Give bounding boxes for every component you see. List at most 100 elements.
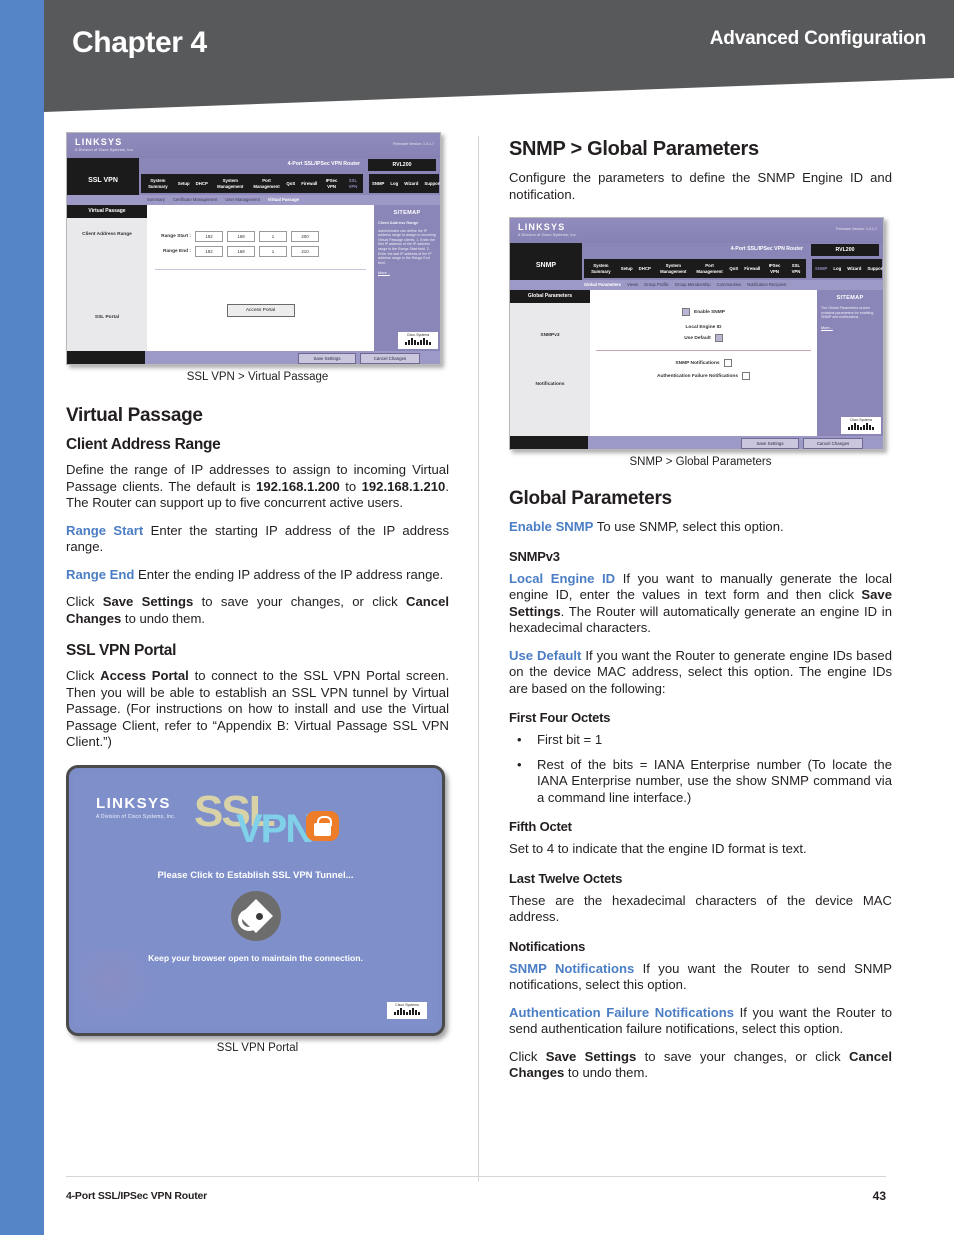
tab-support[interactable]: Support <box>864 266 883 272</box>
router-left-rail: Global Parameters SNMPv3 Notifications <box>510 290 590 436</box>
portal-cisco-bars <box>387 1007 427 1015</box>
range-start-octet-3[interactable]: 1 <box>259 231 287 242</box>
range-end-octet-1[interactable]: 192 <box>195 246 223 257</box>
rail-label-snmpv3: SNMPv3 <box>540 333 560 338</box>
router-nav-row: SNMP System Summary Setup DHCP System Ma… <box>510 243 883 280</box>
subnav-global-parameters[interactable]: Global Parameters <box>584 282 621 287</box>
sitemap-more-link[interactable]: More... <box>374 265 440 275</box>
router-tab-group-secondary[interactable]: SNMP Log Wizard Support Logout <box>812 259 883 278</box>
figure1-caption: SSL VPN > Virtual Passage <box>186 371 329 383</box>
para-snmp-intro: Configure the parameters to define the S… <box>509 170 892 202</box>
subnav-virtual-passage[interactable]: Virtual Passage <box>268 197 299 202</box>
range-end-octet-2[interactable]: 168 <box>227 246 255 257</box>
panel-title: Global Parameters <box>510 290 590 303</box>
range-end-octet-4[interactable]: 210 <box>291 246 319 257</box>
enable-snmp-checkbox[interactable] <box>682 308 691 316</box>
save-settings-button[interactable]: Save Settings <box>298 353 356 364</box>
range-end-row: Range End : 192 168 1 210 <box>147 246 374 257</box>
subnav-summary[interactable]: Summary <box>147 197 165 202</box>
auth-failure-label: Authentication Failure Notifications <box>656 373 739 379</box>
range-end-octet-3[interactable]: 1 <box>259 246 287 257</box>
subnav-user-management[interactable]: User Management <box>225 197 259 202</box>
tab-system-management[interactable]: System Management <box>211 178 250 189</box>
tab-system-summary[interactable]: System Summary <box>141 178 175 189</box>
term-enable-snmp: Enable SNMP <box>509 519 594 534</box>
snmp-notifications-label: SNMP Notifications <box>675 360 720 366</box>
tab-ssl-vpn[interactable]: SSL VPN <box>786 263 806 274</box>
subnav-certificate-management[interactable]: Certificate Management <box>173 197 217 202</box>
subnav-views[interactable]: Views <box>627 282 638 287</box>
para-enable-snmp: Enable SNMP To use SNMP, select this opt… <box>509 519 892 536</box>
tab-log[interactable]: Log <box>387 181 401 187</box>
heading-ssl-vpn-portal: SSL VPN Portal <box>66 642 177 659</box>
panel-divider <box>155 269 366 270</box>
subnav-notification-recipient[interactable]: Notification Recipient <box>747 282 786 287</box>
para-fifth-octet: Set to 4 to indicate that the engine ID … <box>509 841 807 856</box>
tab-ipsec-vpn[interactable]: IPSec VPN <box>763 263 786 274</box>
portal-inner: LINKSYS A Division of Cisco Systems, Inc… <box>74 772 437 1028</box>
subnav-group-profile[interactable]: Group Profile <box>644 282 669 287</box>
tab-system-summary[interactable]: System Summary <box>584 263 618 274</box>
padlock-keyhole <box>255 912 263 920</box>
tab-qos[interactable]: QoS <box>726 266 741 272</box>
tab-system-management[interactable]: System Management <box>654 263 693 274</box>
tab-wizard[interactable]: Wizard <box>844 266 864 272</box>
snmp-notifications-checkbox[interactable] <box>723 359 732 367</box>
range-start-octet-4[interactable]: 200 <box>291 231 319 242</box>
term-use-default: Use Default <box>509 647 582 663</box>
save-seg-2: to save your changes, or click <box>636 1048 850 1064</box>
footer-left-block <box>510 436 588 449</box>
tab-wizard[interactable]: Wizard <box>401 181 421 187</box>
access-portal-button[interactable]: Access Portal <box>226 304 295 317</box>
padlock-shackle <box>237 908 260 931</box>
tab-firewall[interactable]: Firewall <box>298 181 320 187</box>
rail-label-client-address-range: Client Address Range <box>82 232 132 237</box>
tab-firewall[interactable]: Firewall <box>741 266 763 272</box>
range-start-octet-2[interactable]: 168 <box>227 231 255 242</box>
range-start-label: Range Start : <box>161 234 191 239</box>
tab-ssl-vpn[interactable]: SSL VPN <box>343 178 363 189</box>
router-tab-group-primary[interactable]: System Summary Setup DHCP System Managem… <box>584 259 806 278</box>
tab-setup[interactable]: Setup <box>175 181 193 187</box>
use-default-checkbox[interactable] <box>714 334 723 342</box>
tab-support[interactable]: Support <box>421 181 440 187</box>
auth-failure-checkbox[interactable] <box>742 372 751 380</box>
router-tabs: System Summary Setup DHCP System Managem… <box>584 257 883 280</box>
tab-setup[interactable]: Setup <box>618 266 636 272</box>
firmware-version: Firmware Version: 1.0.1.7 <box>836 227 877 231</box>
tab-ipsec-vpn[interactable]: IPSec VPN <box>320 178 343 189</box>
figure3-caption: SNMP > Global Parameters <box>629 456 772 468</box>
cancel-changes-button[interactable]: Cancel Changes <box>360 353 420 364</box>
save-settings-button[interactable]: Save Settings <box>741 438 799 449</box>
enable-snmp-row: Enable SNMP <box>590 308 817 316</box>
sitemap-more-link[interactable]: More... <box>817 320 883 330</box>
save-settings-bold-left: Save Settings <box>102 594 194 609</box>
tab-qos[interactable]: QoS <box>283 181 298 187</box>
portal-note-text: Keep your browser open to maintain the c… <box>148 952 363 963</box>
tab-dhcp[interactable]: DHCP <box>636 266 654 272</box>
tab-snmp[interactable]: SNMP <box>369 181 387 187</box>
tab-snmp[interactable]: SNMP <box>812 266 830 272</box>
rail-label-notifications: Notifications <box>535 382 565 387</box>
tab-port-management[interactable]: Port Management <box>693 263 727 274</box>
local-engine-id-label: Local Engine ID <box>685 325 722 330</box>
par-seg-2: to <box>339 478 362 494</box>
desc-local-engine-id-2: . The Router will automatically generate… <box>509 603 892 636</box>
cancel-changes-button[interactable]: Cancel Changes <box>803 438 863 449</box>
subnav-group-membership[interactable]: Group Membership <box>675 282 711 287</box>
right-column: SNMP > Global Parameters Configure the p… <box>509 132 892 1082</box>
router-tab-group-primary[interactable]: System Summary Setup DHCP System Managem… <box>141 174 363 193</box>
tab-log[interactable]: Log <box>830 266 844 272</box>
sitemap-title: SITEMAP <box>836 295 864 301</box>
range-start-octet-1[interactable]: 192 <box>195 231 223 242</box>
term-local-engine-id: Local Engine ID <box>509 570 616 586</box>
subnav-communities[interactable]: Communities <box>717 282 741 287</box>
tab-dhcp[interactable]: DHCP <box>193 181 211 187</box>
tab-port-management[interactable]: Port Management <box>250 178 284 189</box>
padlock-button-icon[interactable] <box>230 890 281 941</box>
para-range-start: Range Start Enter the starting IP addres… <box>66 523 449 556</box>
para-local-engine-id: Local Engine ID If you want to manually … <box>509 571 892 637</box>
router-tab-group-secondary[interactable]: SNMP Log Wizard Support Logout <box>369 174 440 193</box>
router-tabs: System Summary Setup DHCP System Managem… <box>141 172 440 195</box>
desc-range-end: Enter the ending IP address of the IP ad… <box>134 566 444 582</box>
